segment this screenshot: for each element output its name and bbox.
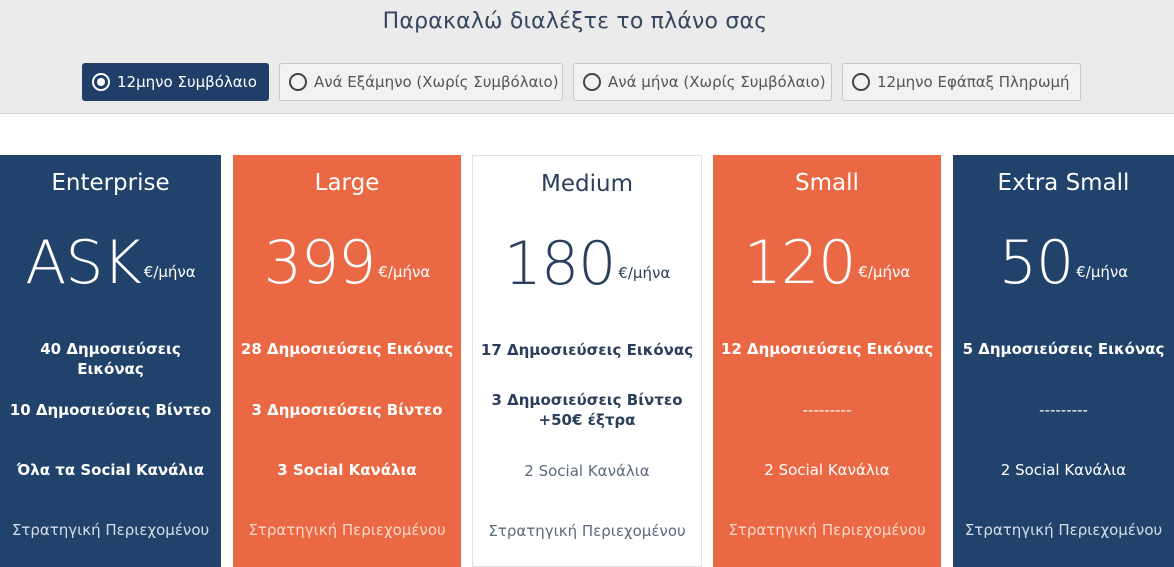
price-unit: €/μήνα: [858, 263, 911, 281]
plan-card-medium[interactable]: Medium 180 €/μήνα 17 Δημοσιεύσεις Εικόνα…: [472, 155, 702, 567]
feature-social-channels: 2 Social Κανάλια: [1000, 461, 1127, 479]
page-title: Παρακαλώ διαλέξτε το πλάνο σας: [382, 9, 768, 34]
feature-image-posts: 12 Δημοσιεύσεις Εικόνας: [720, 340, 934, 358]
price-value: 180: [503, 229, 617, 299]
price: 120 €/μήνα: [713, 223, 941, 303]
feature-social-channels: 2 Social Κανάλια: [764, 461, 890, 479]
radio-selected-icon[interactable]: [92, 73, 110, 91]
feature-video-posts-none: ---------: [802, 401, 852, 419]
feature-content-strategy: Στρατηγική Περιεχομένου: [488, 522, 686, 540]
feature-video-posts-line: 3 Δημοσιεύσεις Βίντεο: [491, 391, 683, 409]
plan-name: Large: [314, 170, 380, 196]
option-monthly[interactable]: Ανά μήνα (Χωρίς Συμβόλαιο): [573, 63, 832, 101]
option-12-month-one-payment[interactable]: 12μηνο Εφάπαξ Πληρωμή: [842, 63, 1081, 101]
price-unit: €/μήνα: [1076, 263, 1129, 281]
price-value: 50: [998, 228, 1074, 298]
plan-card-enterprise[interactable]: Enterprise ASK €/μήνα 40 Δημοσιεύσεις Ει…: [0, 155, 221, 567]
plan-card-large[interactable]: Large 399 €/μήνα 28 Δημοσιεύσεις Εικόνας…: [233, 155, 461, 567]
feature-video-posts: 10 Δημοσιεύσεις Βίντεο: [9, 401, 212, 419]
price-unit: €/μήνα: [143, 263, 196, 281]
price-value: 399: [263, 228, 377, 298]
feature-video-posts-none: ---------: [1039, 401, 1088, 419]
price-value: ASK: [25, 228, 141, 298]
feature-social-channels: 2 Social Κανάλια: [524, 462, 650, 480]
plan-card-extra-small[interactable]: Extra Small 50 €/μήνα 5 Δημοσιεύσεις Εικ…: [953, 155, 1174, 567]
price: 180 €/μήνα: [473, 224, 701, 304]
plan-selector-bar: Παρακαλώ διαλέξτε το πλάνο σας 12μηνο Συ…: [0, 0, 1174, 114]
plan-card-small[interactable]: Small 120 €/μήνα 12 Δημοσιεύσεις Εικόνας…: [713, 155, 941, 567]
price-unit: €/μήνα: [378, 263, 431, 281]
feature-image-posts: 17 Δημοσιεύσεις Εικόνας: [480, 341, 694, 359]
plan-name: Enterprise: [51, 170, 170, 196]
feature-video-posts: 3 Δημοσιεύσεις Βίντεο +50€ έξτρα: [479, 390, 695, 430]
option-12-month-contract[interactable]: 12μηνο Συμβόλαιο: [82, 63, 269, 101]
price-value: 120: [743, 228, 857, 298]
option-semiannual[interactable]: Ανά Εξάμηνο (Χωρίς Συμβόλαιο): [279, 63, 563, 101]
price: 399 €/μήνα: [233, 223, 461, 303]
feature-content-strategy: Στρατηγική Περιεχομένου: [248, 521, 446, 539]
radio-unselected-icon[interactable]: [852, 73, 870, 91]
option-label: 12μηνο Συμβόλαιο: [117, 73, 257, 91]
feature-social-channels: 3 Social Κανάλια: [277, 461, 417, 479]
feature-content-strategy: Στρατηγική Περιεχομένου: [728, 521, 926, 539]
feature-image-posts: 5 Δημοσιεύσεις Εικόνας: [962, 340, 1165, 358]
radio-unselected-icon[interactable]: [289, 73, 307, 91]
feature-image-posts: 40 Δημοσιεύσεις Εικόνας: [40, 340, 181, 378]
plan-name: Small: [795, 170, 859, 196]
price: ASK €/μήνα: [0, 223, 221, 303]
feature-social-channels: Όλα τα Social Κανάλια: [16, 461, 205, 479]
feature-content-strategy: Στρατηγική Περιεχομένου: [11, 521, 210, 539]
feature-image-posts: 28 Δημοσιεύσεις Εικόνας: [240, 340, 454, 358]
option-label: Ανά Εξάμηνο (Χωρίς Συμβόλαιο): [314, 73, 559, 91]
plan-name: Extra Small: [997, 170, 1130, 196]
feature-content-strategy: Στρατηγική Περιεχομένου: [964, 521, 1163, 539]
price-unit: €/μήνα: [618, 264, 671, 282]
feature-video-extra-cost: +50€ έξτρα: [538, 411, 636, 429]
plan-name: Medium: [541, 171, 633, 197]
option-label: Ανά μήνα (Χωρίς Συμβόλαιο): [608, 73, 826, 91]
feature-video-posts: 3 Δημοσιεύσεις Βίντεο: [251, 401, 443, 419]
price: 50 €/μήνα: [953, 223, 1174, 303]
option-label: 12μηνο Εφάπαξ Πληρωμή: [877, 73, 1070, 91]
radio-unselected-icon[interactable]: [583, 73, 601, 91]
